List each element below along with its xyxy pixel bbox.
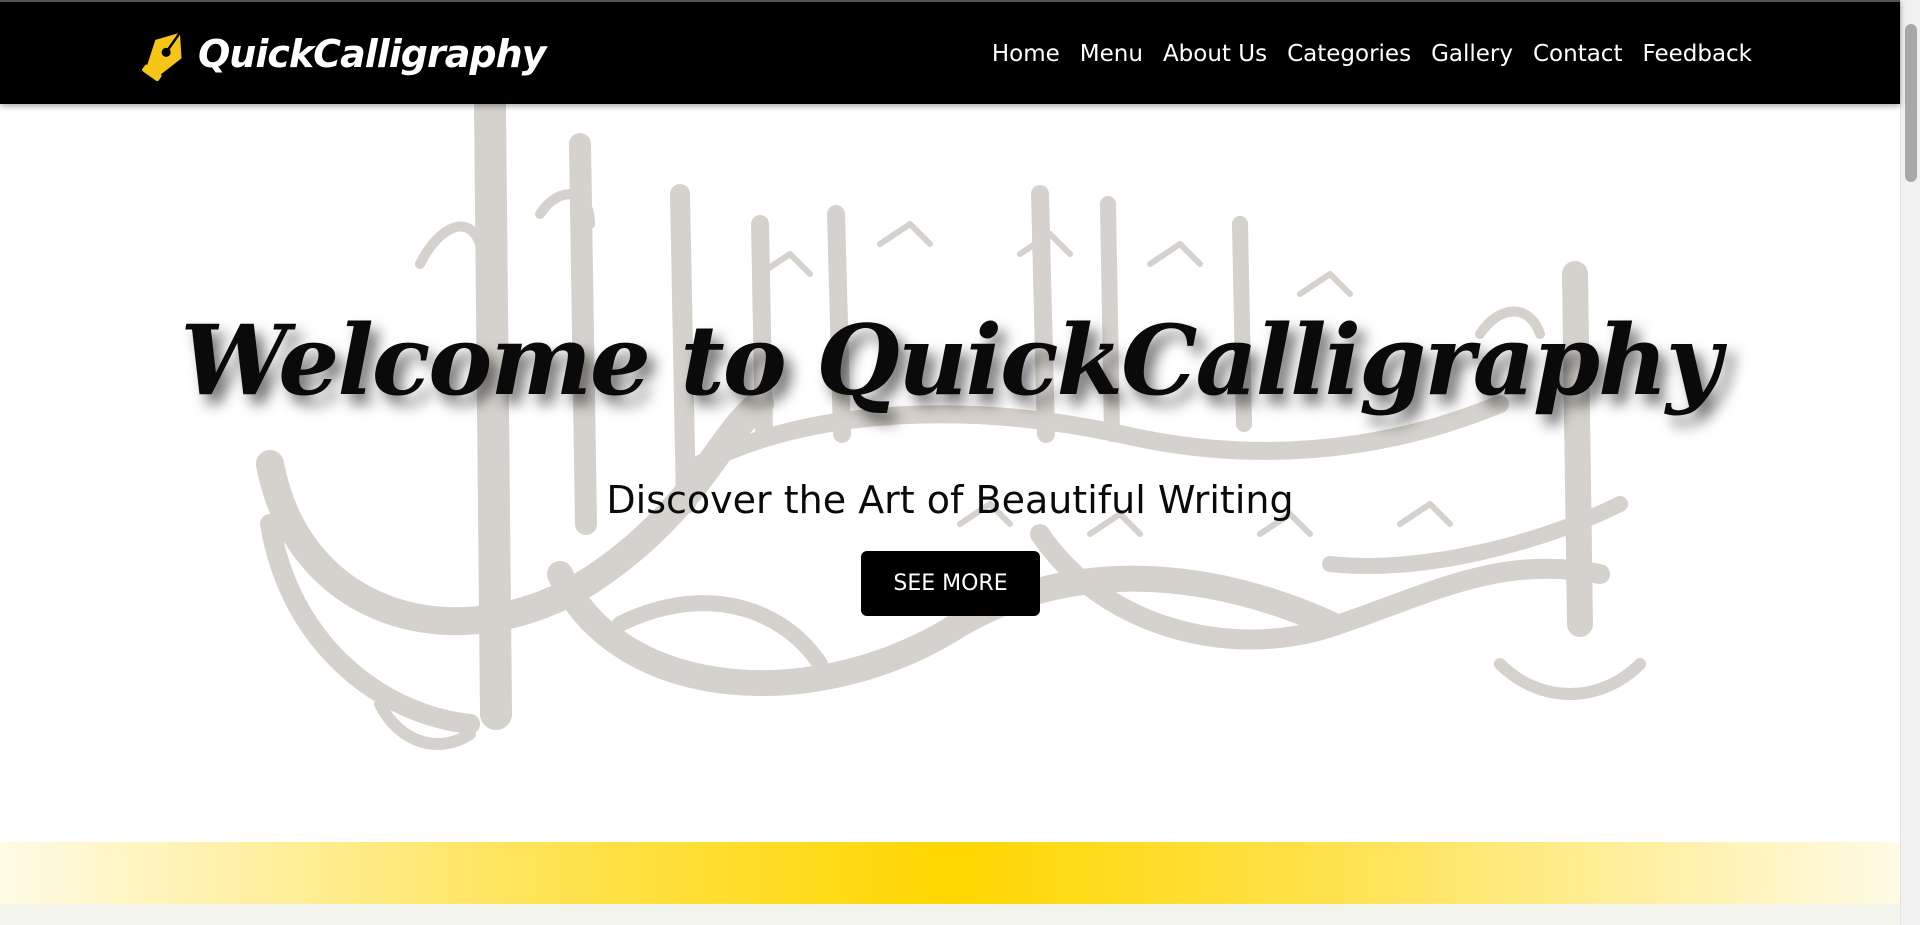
nav-about-us[interactable]: About Us <box>1163 41 1267 67</box>
navbar: QuickCalligraphy Home Menu About Us Cate… <box>0 0 1900 104</box>
nav-contact[interactable]: Contact <box>1533 41 1622 67</box>
pen-nib-icon <box>142 31 182 82</box>
scrollbar-thumb[interactable] <box>1905 24 1917 182</box>
next-section-edge <box>0 904 1900 925</box>
page-scrollbar[interactable] <box>1900 0 1920 925</box>
hero-section: Welcome to QuickCalligraphy Discover the… <box>0 104 1900 842</box>
main-nav: Home Menu About Us Categories Gallery Co… <box>992 2 1752 106</box>
hero-subtitle: Discover the Art of Beautiful Writing <box>606 478 1294 522</box>
nav-home[interactable]: Home <box>992 41 1060 67</box>
nav-menu[interactable]: Menu <box>1080 41 1143 67</box>
brand-name: QuickCalligraphy <box>198 32 546 76</box>
hero-title: Welcome to QuickCalligraphy <box>180 304 1721 417</box>
gold-gradient-divider <box>0 842 1900 904</box>
calligraphy-background-image <box>256 104 1646 750</box>
nav-categories[interactable]: Categories <box>1287 41 1411 67</box>
see-more-button[interactable]: SEE MORE <box>861 551 1040 616</box>
nav-feedback[interactable]: Feedback <box>1642 41 1752 67</box>
brand-logo-link[interactable]: QuickCalligraphy <box>138 16 546 92</box>
nav-gallery[interactable]: Gallery <box>1431 41 1513 67</box>
